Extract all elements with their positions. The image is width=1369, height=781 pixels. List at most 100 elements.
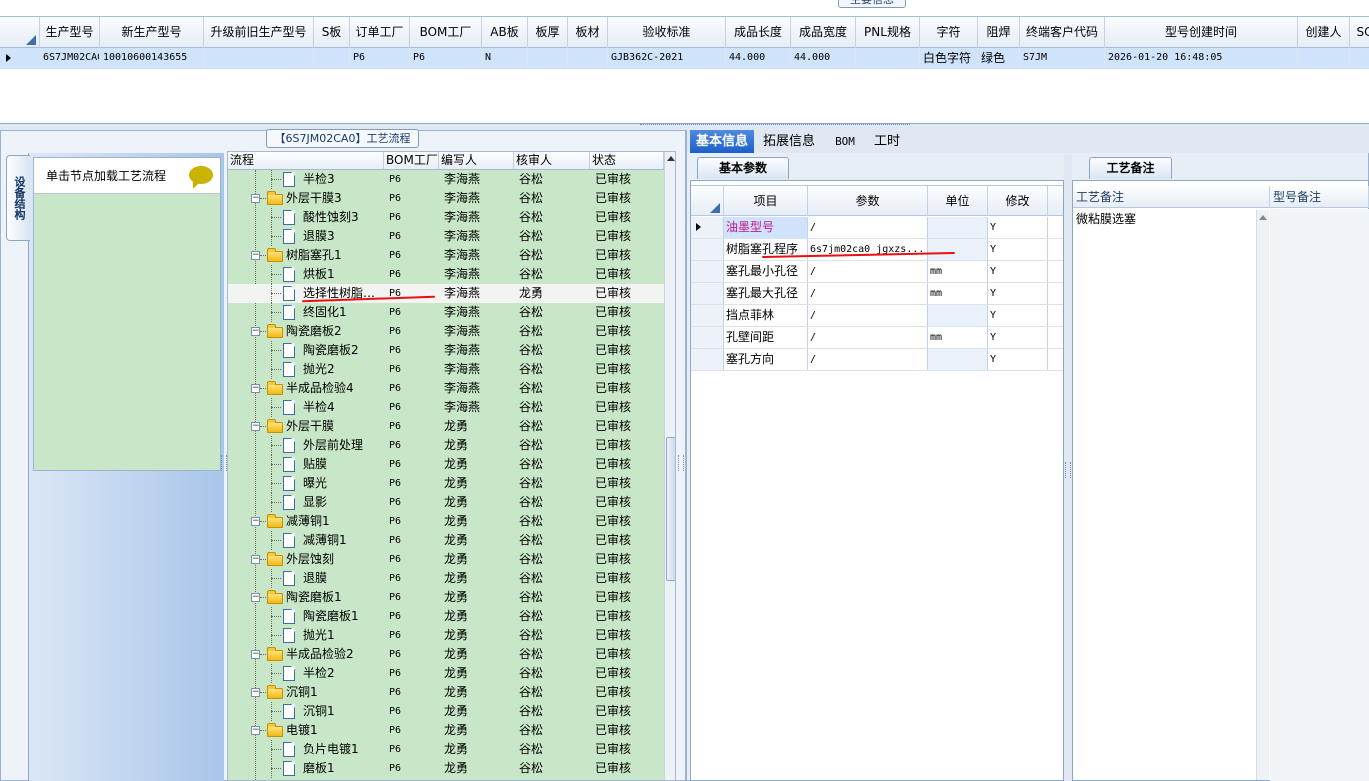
- param-modify-flag[interactable]: Y: [988, 283, 1048, 304]
- detail-tab[interactable]: BOM: [824, 130, 866, 153]
- tree-row[interactable]: − 沉铜1 P6 龙勇 谷松 已审核: [228, 683, 664, 702]
- collapse-toggle-icon[interactable]: −: [251, 251, 260, 260]
- main-info-column-header[interactable]: AB板: [482, 17, 528, 48]
- tree-row[interactable]: − 半成品检验2 P6 龙勇 谷松 已审核: [228, 645, 664, 664]
- param-value[interactable]: /: [808, 305, 928, 326]
- tree-row[interactable]: 选择性树脂… P6 李海燕 龙勇 已审核: [228, 284, 664, 303]
- tree-row[interactable]: 贴膜 P6 龙勇 谷松 已审核: [228, 455, 664, 474]
- main-info-column-header[interactable]: 终端客户代码: [1020, 17, 1105, 48]
- tree-row[interactable]: 陶瓷磨板2 P6 李海燕 谷松 已审核: [228, 341, 664, 360]
- tree-row[interactable]: − 陶瓷磨板1 P6 龙勇 谷松 已审核: [228, 588, 664, 607]
- tree-row[interactable]: 负片电镀1 P6 龙勇 谷松 已审核: [228, 740, 664, 759]
- detail-tab[interactable]: 拓展信息: [757, 130, 821, 153]
- main-info-column-header[interactable]: 验收标准: [608, 17, 726, 48]
- main-info-cell[interactable]: [568, 48, 608, 68]
- tree-column-header[interactable]: 流程: [228, 152, 384, 169]
- tree-row[interactable]: − 陶瓷磨板2 P6 李海燕 谷松 已审核: [228, 322, 664, 341]
- main-info-cell[interactable]: [1298, 48, 1350, 68]
- main-info-cell[interactable]: 44.000: [726, 48, 791, 68]
- tree-row[interactable]: − 外层蚀刻 P6 龙勇 谷松 已审核: [228, 550, 664, 569]
- param-value[interactable]: /: [808, 261, 928, 282]
- tree-row[interactable]: 磨板1 P6 龙勇 谷松 已审核: [228, 759, 664, 778]
- main-info-cell[interactable]: 10010600143655: [100, 48, 204, 68]
- tree-row[interactable]: − 外层干膜3 P6 李海燕 谷松 已审核: [228, 189, 664, 208]
- main-info-column-header[interactable]: 创建人: [1298, 17, 1350, 48]
- collapse-toggle-icon[interactable]: −: [251, 384, 260, 393]
- param-modify-flag[interactable]: Y: [988, 239, 1048, 260]
- collapse-toggle-icon[interactable]: −: [251, 726, 260, 735]
- params-column-header[interactable]: 项目: [724, 186, 808, 216]
- tree-row[interactable]: − 树脂塞孔1 P6 李海燕 谷松 已审核: [228, 246, 664, 265]
- param-row[interactable]: 塞孔方向 / Y: [691, 349, 1063, 371]
- tree-row[interactable]: 酸性蚀刻3 P6 李海燕 谷松 已审核: [228, 208, 664, 227]
- param-modify-flag[interactable]: Y: [988, 305, 1048, 326]
- params-column-header[interactable]: 参数: [808, 186, 928, 216]
- tree-row[interactable]: 终固化1 P6 李海燕 谷松 已审核: [228, 303, 664, 322]
- collapse-toggle-icon[interactable]: −: [251, 517, 260, 526]
- main-info-cell[interactable]: [204, 48, 314, 68]
- main-info-cell[interactable]: [528, 48, 568, 68]
- tree-row[interactable]: 烘板1 P6 李海燕 谷松 已审核: [228, 265, 664, 284]
- tree-row[interactable]: 外层前处理 P6 龙勇 谷松 已审核: [228, 436, 664, 455]
- main-info-column-header[interactable]: 订单工厂: [350, 17, 410, 48]
- param-modify-flag[interactable]: Y: [988, 327, 1048, 348]
- main-info-cell[interactable]: [1350, 48, 1369, 68]
- notes-column-header[interactable]: 型号备注: [1270, 186, 1369, 208]
- tree-row[interactable]: 半检2 P6 龙勇 谷松 已审核: [228, 664, 664, 683]
- main-info-column-header[interactable]: 成品宽度: [791, 17, 856, 48]
- main-info-cell[interactable]: 绿色: [978, 48, 1020, 68]
- process-note-text[interactable]: 微粘膜选塞: [1076, 210, 1136, 227]
- main-info-cell[interactable]: [314, 48, 350, 68]
- notes-column-header[interactable]: 工艺备注: [1073, 186, 1270, 208]
- collapse-toggle-icon[interactable]: −: [251, 650, 260, 659]
- tree-column-header[interactable]: BOM工厂: [384, 152, 439, 169]
- params-column-header[interactable]: 单位: [928, 186, 988, 216]
- main-info-column-header[interactable]: PNL规格: [856, 17, 920, 48]
- main-info-column-header[interactable]: 新生产型号: [100, 17, 204, 48]
- main-info-column-header[interactable]: 型号创建时间: [1105, 17, 1298, 48]
- model-note-column[interactable]: [1270, 209, 1369, 781]
- tree-row[interactable]: 显影 P6 龙勇 谷松 已审核: [228, 493, 664, 512]
- main-info-column-header[interactable]: 板厚: [528, 17, 568, 48]
- tree-column-header[interactable]: 核审人: [514, 152, 590, 169]
- param-row[interactable]: 挡点菲林 / Y: [691, 305, 1063, 327]
- tree-row[interactable]: 抛光1 P6 龙勇 谷松 已审核: [228, 626, 664, 645]
- tree-row[interactable]: − 电镀1 P6 龙勇 谷松 已审核: [228, 721, 664, 740]
- param-modify-flag[interactable]: Y: [988, 349, 1048, 370]
- equipment-structure-tab[interactable]: 设备结构: [6, 155, 30, 241]
- param-row[interactable]: 树脂塞孔程序 6s7jm02ca0_jgxzs... Y: [691, 239, 1063, 261]
- main-info-cell[interactable]: N: [482, 48, 528, 68]
- main-info-cell[interactable]: 2026-01-20 16:48:05: [1105, 48, 1298, 68]
- tree-row[interactable]: 抛光2 P6 李海燕 谷松 已审核: [228, 360, 664, 379]
- collapse-toggle-icon[interactable]: −: [251, 593, 260, 602]
- tree-row[interactable]: 沉铜1 P6 龙勇 谷松 已审核: [228, 702, 664, 721]
- param-value[interactable]: /: [808, 349, 928, 370]
- collapse-toggle-icon[interactable]: −: [251, 422, 260, 431]
- tree-row[interactable]: 减薄铜1 P6 龙勇 谷松 已审核: [228, 531, 664, 550]
- main-info-column-header[interactable]: 成品长度: [726, 17, 791, 48]
- collapse-toggle-icon[interactable]: −: [251, 555, 260, 564]
- tree-row[interactable]: 退膜 P6 龙勇 谷松 已审核: [228, 569, 664, 588]
- main-info-cell[interactable]: 44.000: [791, 48, 856, 68]
- main-info-column-header[interactable]: 生产型号: [40, 17, 100, 48]
- main-info-cell[interactable]: GJB362C-2021: [608, 48, 726, 68]
- main-info-column-header[interactable]: S板: [314, 17, 350, 48]
- tree-row[interactable]: 退膜3 P6 李海燕 谷松 已审核: [228, 227, 664, 246]
- basic-params-tab[interactable]: 基本参数: [697, 157, 789, 179]
- comment-bubble-icon[interactable]: [189, 166, 213, 189]
- collapse-toggle-icon[interactable]: −: [251, 194, 260, 203]
- param-value[interactable]: /: [808, 217, 928, 238]
- main-info-column-header[interactable]: 字符: [920, 17, 978, 48]
- main-info-cell[interactable]: P6: [350, 48, 410, 68]
- collapse-toggle-icon[interactable]: −: [251, 327, 260, 336]
- main-info-cell[interactable]: [856, 48, 920, 68]
- param-row[interactable]: 塞孔最大孔径 / mm Y: [691, 283, 1063, 305]
- main-info-cell[interactable]: 6S7JM02CA0: [40, 48, 100, 68]
- tree-column-header[interactable]: 状态: [590, 152, 664, 169]
- param-value[interactable]: /: [808, 327, 928, 348]
- main-info-column-header[interactable]: 板材: [568, 17, 608, 48]
- detail-tab[interactable]: 基本信息: [690, 130, 754, 153]
- tree-column-header[interactable]: 编写人: [439, 152, 514, 169]
- tree-row[interactable]: − 减薄铜1 P6 龙勇 谷松 已审核: [228, 512, 664, 531]
- tree-row[interactable]: 曝光 P6 龙勇 谷松 已审核: [228, 474, 664, 493]
